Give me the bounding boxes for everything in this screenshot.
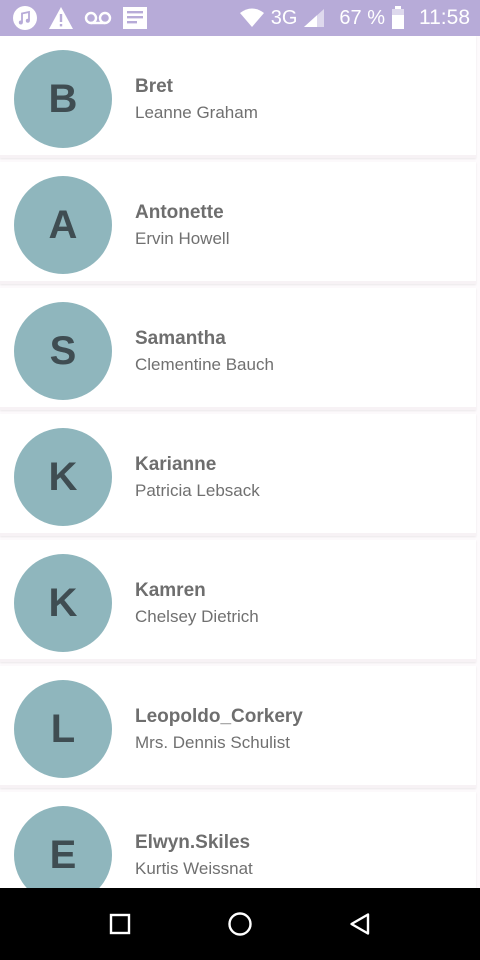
avatar-initial: E (49, 832, 77, 877)
system-icons: 3G 67 % 11:58 (239, 6, 470, 30)
news-icon (122, 6, 148, 30)
avatar-initial: K (48, 580, 78, 625)
avatar: K (14, 554, 112, 652)
username: Elwyn.Skiles (135, 832, 251, 853)
signal-icon (303, 8, 325, 28)
username: Karianne (135, 454, 217, 475)
full-name: Patricia Lebsack (135, 481, 260, 500)
wifi-icon (239, 8, 265, 28)
username: Bret (135, 76, 174, 97)
recents-square-icon[interactable] (98, 902, 142, 946)
user-card[interactable]: A Antonette Ervin Howell (0, 162, 476, 284)
user-card[interactable]: B Bret Leanne Graham (0, 36, 476, 158)
music-icon (12, 5, 38, 31)
user-info: Elwyn.Skiles Kurtis Weissnat (135, 832, 253, 880)
notification-icons (12, 5, 148, 31)
user-info: Karianne Patricia Lebsack (135, 454, 260, 502)
user-card[interactable]: L Leopoldo_Corkery Mrs. Dennis Schulist (0, 666, 476, 788)
home-circle-icon[interactable] (218, 902, 262, 946)
avatar-initial: S (49, 328, 77, 373)
avatar-initial: K (48, 454, 78, 499)
clock: 11:58 (419, 6, 470, 29)
avatar: K (14, 428, 112, 526)
warning-icon (48, 6, 74, 30)
username: Leopoldo_Corkery (135, 706, 303, 727)
username: Kamren (135, 580, 206, 601)
full-name: Mrs. Dennis Schulist (135, 733, 290, 752)
full-name: Chelsey Dietrich (135, 607, 259, 626)
avatar: L (14, 680, 112, 778)
full-name: Ervin Howell (135, 229, 230, 248)
username: Antonette (135, 202, 224, 223)
full-name: Leanne Graham (135, 103, 258, 122)
user-info: Bret Leanne Graham (135, 76, 258, 124)
battery-percent: 67 % (339, 6, 385, 29)
avatar: S (14, 302, 112, 400)
back-triangle-icon[interactable] (338, 902, 382, 946)
avatar: E (14, 806, 112, 888)
app-screen: 3G 67 % 11:58 B Bret Leanne Graham A Ant… (0, 0, 480, 960)
full-name: Clementine Bauch (135, 355, 274, 374)
user-info: Samantha Clementine Bauch (135, 328, 274, 376)
avatar: B (14, 50, 112, 148)
battery-icon (391, 6, 405, 30)
user-list[interactable]: B Bret Leanne Graham A Antonette Ervin H… (0, 36, 480, 888)
user-info: Leopoldo_Corkery Mrs. Dennis Schulist (135, 706, 303, 754)
navigation-bar (0, 888, 480, 960)
full-name: Kurtis Weissnat (135, 859, 253, 878)
user-card[interactable]: S Samantha Clementine Bauch (0, 288, 476, 410)
avatar-initial: L (50, 706, 76, 751)
user-card[interactable]: E Elwyn.Skiles Kurtis Weissnat (0, 792, 476, 888)
user-card[interactable]: K Kamren Chelsey Dietrich (0, 540, 476, 662)
avatar-initial: A (48, 202, 78, 247)
username: Samantha (135, 328, 226, 349)
user-info: Antonette Ervin Howell (135, 202, 229, 250)
user-info: Kamren Chelsey Dietrich (135, 580, 259, 628)
avatar: A (14, 176, 112, 274)
avatar-initial: B (48, 76, 78, 121)
network-type: 3G (270, 6, 298, 29)
status-bar: 3G 67 % 11:58 (0, 0, 480, 36)
user-card[interactable]: K Karianne Patricia Lebsack (0, 414, 476, 536)
voicemail-icon (84, 10, 112, 26)
